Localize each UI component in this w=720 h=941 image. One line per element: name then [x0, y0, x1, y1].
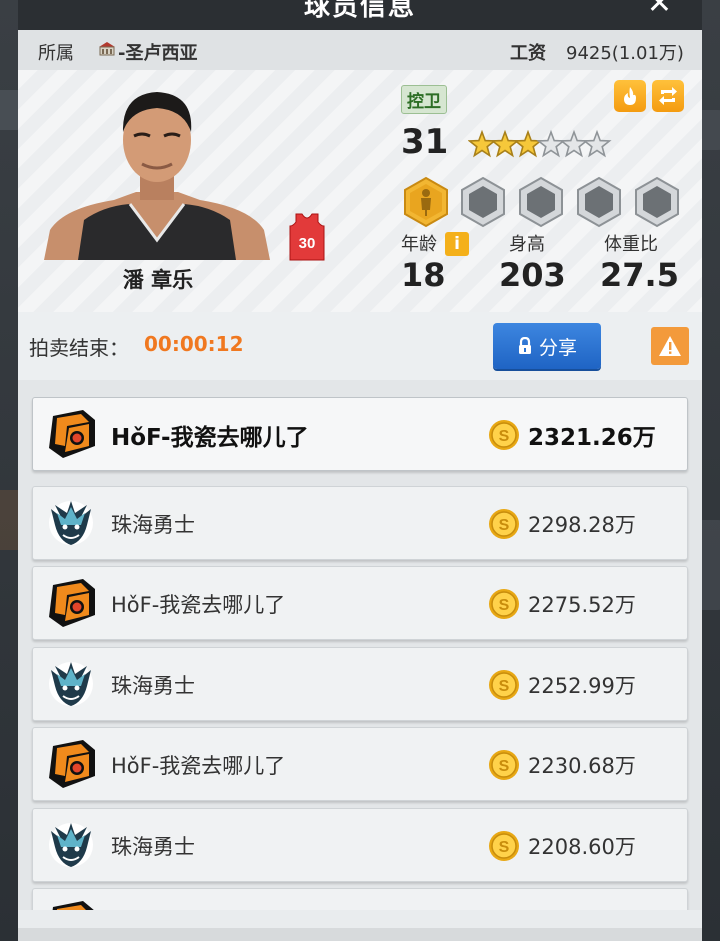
- auction-end-label: 拍卖结束：: [29, 336, 129, 360]
- jersey-icon: 30: [289, 213, 325, 261]
- skill-slot-empty[interactable]: [632, 176, 682, 228]
- share-button[interactable]: 分享: [493, 323, 601, 369]
- star-rating: [468, 129, 612, 158]
- height-label: 身高: [509, 234, 545, 255]
- bid-amount: 2275.52万: [528, 593, 636, 617]
- salary-value: 9425(1.01万): [566, 43, 684, 64]
- coin-icon: [488, 830, 520, 862]
- position-badge: 控卫: [401, 85, 447, 114]
- salary-label: 工资: [510, 43, 546, 64]
- warning-icon: [659, 336, 681, 356]
- player-rating: 31: [401, 122, 449, 162]
- bid-row[interactable]: HǒF-我瓷去哪儿了 2275.52万: [32, 566, 688, 640]
- bmi-value: 27.5: [600, 256, 679, 294]
- team-logo-icon: [43, 817, 99, 873]
- player-name: 潘 章乐: [122, 268, 194, 292]
- bid-team-name: 珠海勇士: [111, 513, 195, 537]
- height-value: 203: [499, 256, 566, 294]
- bmi-label: 体重比: [604, 234, 658, 255]
- bid-row[interactable]: 珠海勇士 2298.28万: [32, 486, 688, 560]
- dialog-title: 球员信息: [303, 0, 416, 22]
- coin-icon: [488, 749, 520, 781]
- swap-icon: [659, 87, 677, 105]
- dialog-header: 球员信息 ✕: [18, 0, 702, 30]
- player-portrait: [44, 92, 270, 260]
- bid-row[interactable]: HǒF-我瓷去哪儿了 2321.26万: [32, 397, 688, 471]
- skill-slot-empty[interactable]: [516, 176, 566, 228]
- refresh-button[interactable]: [652, 80, 684, 112]
- team-logo-icon: [43, 656, 99, 712]
- coin-icon: [488, 669, 520, 701]
- team-logo-icon: [43, 495, 99, 551]
- bid-amount: 2230.68万: [528, 754, 636, 778]
- club-name: -圣卢西亚: [118, 43, 198, 64]
- skill-slot-empty[interactable]: [574, 176, 624, 228]
- star-filled-icon: [468, 129, 497, 158]
- report-button[interactable]: [651, 327, 689, 365]
- fire-icon: [624, 87, 636, 105]
- bid-amount: 2252.99万: [528, 674, 636, 698]
- star-filled-icon: [490, 129, 520, 158]
- auction-countdown: 00:00:12: [144, 332, 244, 356]
- auction-bar: 拍卖结束： 00:00:12 分享: [18, 312, 702, 380]
- coin-icon: [488, 419, 520, 451]
- close-icon[interactable]: ✕: [647, 0, 672, 21]
- club-salary-row: 所属 -圣卢西亚 工资 9425(1.01万): [18, 30, 702, 70]
- bid-row[interactable]: HǒF-我瓷去哪儿了 2230.68万: [32, 727, 688, 801]
- dialog-footer: [18, 928, 702, 941]
- bid-list: HǒF-我瓷去哪儿了 2321.26万 珠海勇士 2298.28万 HǒF-我瓷…: [18, 380, 702, 910]
- lock-icon: [518, 337, 531, 354]
- club-building-icon: [99, 42, 115, 56]
- bid-team-name: HǒF-我瓷去哪儿了: [111, 425, 309, 451]
- age-value: 18: [401, 256, 446, 294]
- star-filled-icon: [513, 129, 543, 158]
- coin-icon: [488, 508, 520, 540]
- bid-row[interactable]: [32, 888, 688, 910]
- star-empty-icon: [536, 129, 566, 158]
- bid-team-name: 珠海勇士: [111, 674, 195, 698]
- coin-icon: [488, 588, 520, 620]
- age-info-icon[interactable]: i: [445, 232, 469, 256]
- fire-button[interactable]: [614, 80, 646, 112]
- bid-team-name: HǒF-我瓷去哪儿了: [111, 754, 286, 778]
- star-empty-icon: [559, 129, 589, 158]
- share-label: 分享: [538, 336, 577, 359]
- team-logo-icon: [43, 736, 99, 792]
- bid-team-name: 珠海勇士: [111, 835, 195, 859]
- team-logo-icon: [43, 897, 99, 910]
- bid-amount: 2321.26万: [528, 425, 656, 451]
- bid-row[interactable]: 珠海勇士 2252.99万: [32, 647, 688, 721]
- team-logo-icon: [43, 575, 99, 631]
- club-label: 所属: [38, 43, 74, 64]
- skill-slot-empty[interactable]: [458, 176, 508, 228]
- bid-row[interactable]: 珠海勇士 2208.60万: [32, 808, 688, 882]
- jersey-number: 30: [299, 235, 316, 252]
- player-profile: 30 潘 章乐 控卫 31 年龄 i 18 身高 203 体重比 27.5: [18, 70, 702, 312]
- team-logo-icon: [43, 406, 99, 462]
- age-label: 年龄: [401, 234, 437, 255]
- skill-badge-active[interactable]: [400, 176, 452, 228]
- bid-amount: 2208.60万: [528, 835, 636, 859]
- player-info-dialog: 球员信息 ✕ 所属 -圣卢西亚 工资 9425(1.01万) 30 潘 章乐 控…: [18, 0, 702, 941]
- bid-amount: 2298.28万: [528, 513, 636, 537]
- star-empty-icon: [582, 129, 612, 158]
- bid-team-name: HǒF-我瓷去哪儿了: [111, 593, 286, 617]
